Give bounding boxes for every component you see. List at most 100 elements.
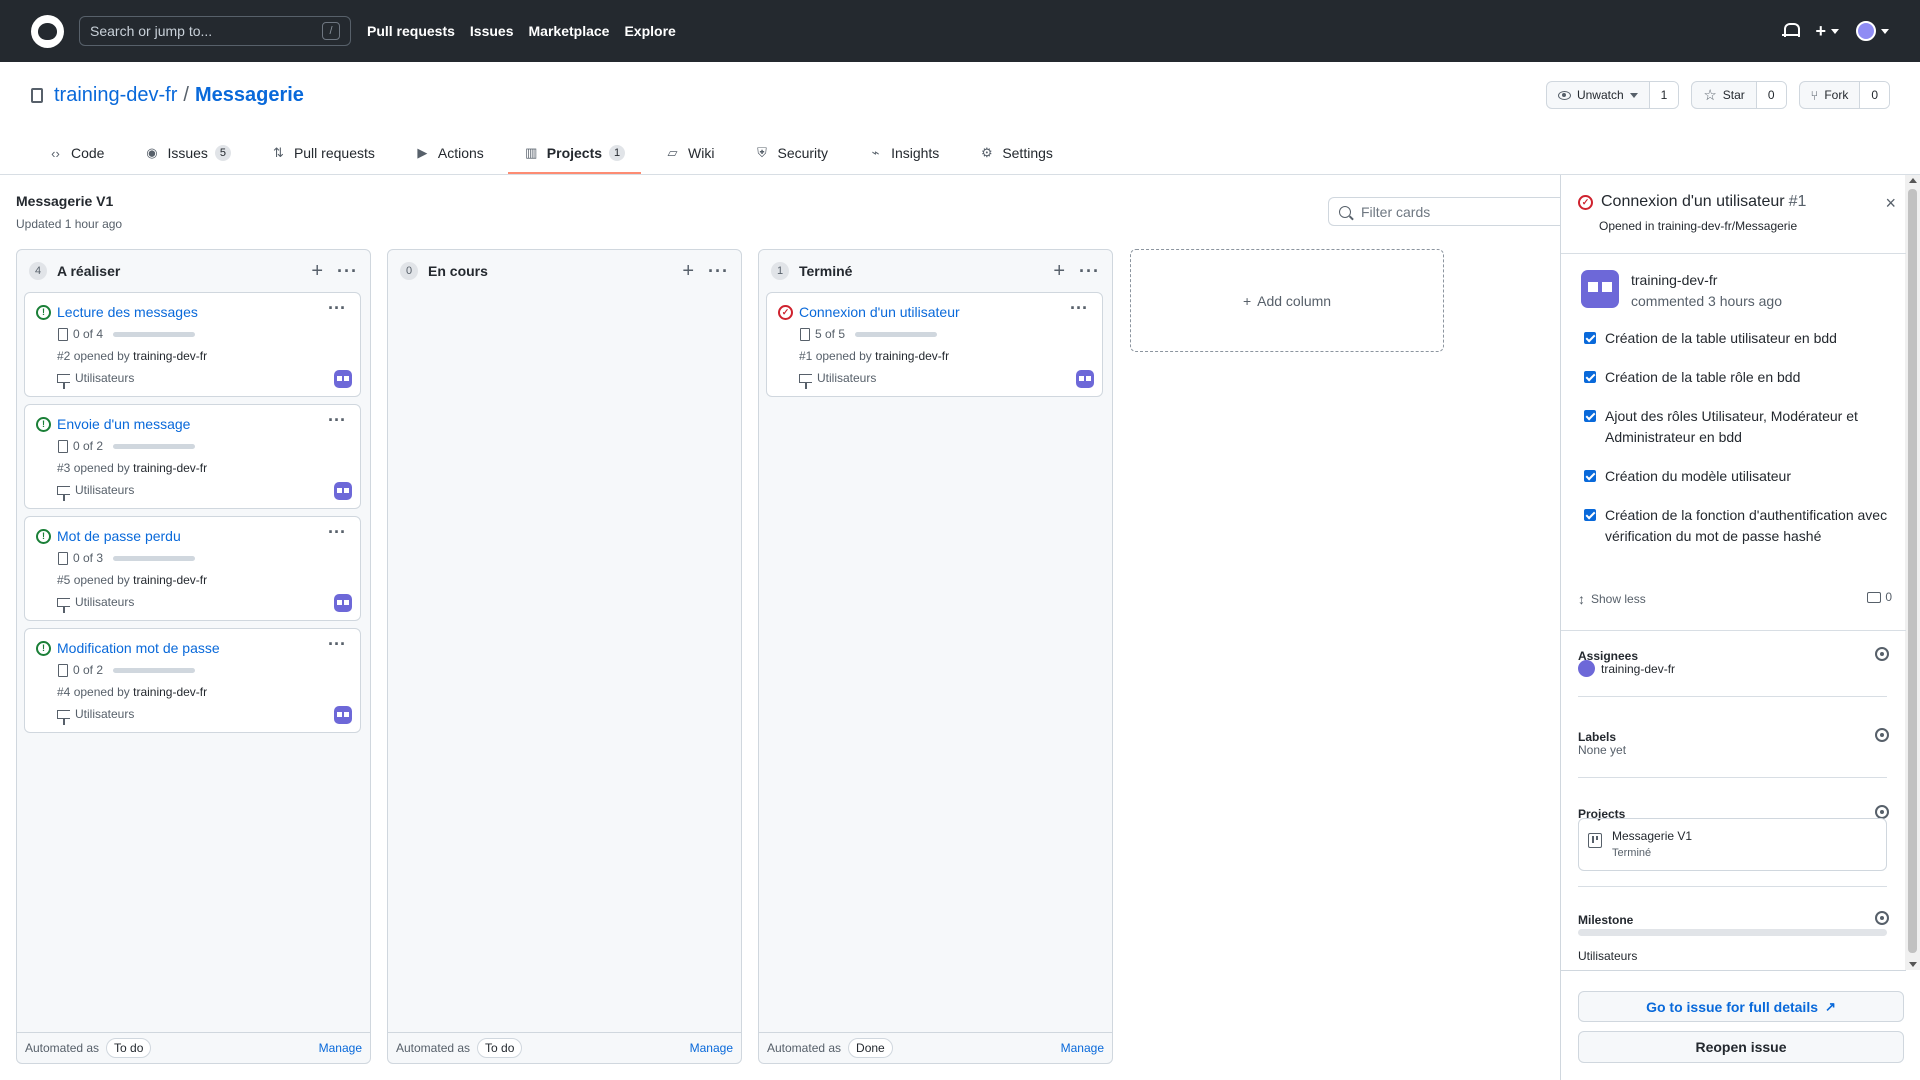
column-menu-button[interactable]: ···: [708, 262, 729, 280]
manage-automation-link[interactable]: Manage: [690, 1041, 733, 1055]
checked-checkbox[interactable]: [1584, 509, 1596, 521]
card-menu-button[interactable]: ···: [1070, 298, 1088, 319]
card-author[interactable]: training-dev-fr: [133, 685, 207, 699]
nav-pull-requests[interactable]: Pull requests: [367, 23, 455, 39]
checked-checkbox[interactable]: [1584, 332, 1596, 344]
github-logo-icon[interactable]: [31, 14, 64, 48]
reopen-issue-button[interactable]: Reopen issue: [1578, 1031, 1904, 1063]
side-panel-scrollbar[interactable]: [1905, 175, 1920, 970]
project-card[interactable]: ! Modification mot de passe ··· 0 of 2 #…: [24, 628, 361, 733]
task-progress-text: 5 of 5: [815, 327, 846, 341]
go-to-issue-button[interactable]: Go to issue for full details ↗: [1578, 991, 1904, 1022]
checked-checkbox[interactable]: [1584, 371, 1596, 383]
commenter-name[interactable]: training-dev-fr: [1631, 272, 1717, 288]
milestone-label[interactable]: Utilisateurs: [75, 595, 134, 609]
assignee-avatar[interactable]: [334, 370, 352, 388]
project-card[interactable]: ! Mot de passe perdu ··· 0 of 3 #5 opene…: [24, 516, 361, 621]
card-title-link[interactable]: Envoie d'un message: [57, 416, 190, 432]
scrollbar-thumb[interactable]: [1908, 189, 1917, 953]
nav-explore[interactable]: Explore: [624, 23, 675, 39]
card-author[interactable]: training-dev-fr: [133, 461, 207, 475]
commenter-avatar[interactable]: [1581, 270, 1619, 308]
filter-cards-input[interactable]: Filter cards: [1328, 197, 1560, 226]
column-header: 0 En cours + ···: [388, 250, 741, 292]
milestone-label[interactable]: Utilisateurs: [75, 483, 134, 497]
labels-label: Labels: [1578, 730, 1617, 744]
show-less-button[interactable]: ↕ Show less: [1578, 591, 1646, 607]
card-author[interactable]: training-dev-fr: [133, 349, 207, 363]
column-menu-button[interactable]: ···: [337, 262, 358, 280]
fork-label: Fork: [1824, 88, 1849, 102]
star-button[interactable]: ☆ Star: [1692, 82, 1757, 108]
project-card[interactable]: ! Lecture des messages ··· 0 of 4 #2 ope…: [24, 292, 361, 397]
repo-name-link[interactable]: Messagerie: [195, 84, 304, 107]
scroll-up-icon[interactable]: [1909, 178, 1917, 183]
checked-checkbox[interactable]: [1584, 410, 1596, 422]
card-menu-button[interactable]: ···: [328, 298, 346, 319]
milestone-value[interactable]: Utilisateurs: [1578, 949, 1637, 963]
scroll-down-icon[interactable]: [1909, 962, 1917, 967]
milestone-label[interactable]: Utilisateurs: [75, 371, 134, 385]
manage-automation-link[interactable]: Manage: [1061, 1041, 1104, 1055]
milestone-label[interactable]: Utilisateurs: [817, 371, 876, 385]
star-count[interactable]: 0: [1756, 82, 1786, 108]
tab-settings[interactable]: ⚙ Settings: [963, 132, 1069, 174]
project-updated-time: Updated 1 hour ago: [16, 217, 123, 231]
assignee-avatar[interactable]: [334, 482, 352, 500]
card-author[interactable]: training-dev-fr: [875, 349, 949, 363]
add-card-button[interactable]: +: [1053, 261, 1065, 281]
tab-wiki[interactable]: ▱ Wiki: [649, 132, 730, 174]
add-card-button[interactable]: +: [682, 261, 694, 281]
card-title-link[interactable]: Mot de passe perdu: [57, 528, 181, 544]
add-card-button[interactable]: +: [311, 261, 323, 281]
projects-gear-icon[interactable]: [1875, 805, 1889, 819]
milestone-gear-icon[interactable]: [1875, 911, 1889, 925]
labels-gear-icon[interactable]: [1875, 728, 1889, 742]
notifications-icon[interactable]: [1782, 22, 1801, 40]
tab-security[interactable]: ⛨ Security: [738, 132, 844, 174]
unwatch-button[interactable]: Unwatch: [1547, 82, 1650, 108]
profile-dropdown[interactable]: [1856, 21, 1889, 41]
watch-count[interactable]: 1: [1649, 82, 1679, 108]
tab-pull-requests[interactable]: ⇅ Pull requests: [255, 132, 391, 174]
nav-marketplace[interactable]: Marketplace: [529, 23, 610, 39]
card-menu-button[interactable]: ···: [328, 522, 346, 543]
linked-project-card[interactable]: Messagerie V1 Terminé: [1578, 818, 1887, 871]
tab-issues[interactable]: ◉ Issues 5: [128, 132, 246, 174]
tab-insights[interactable]: ⌁ Insights: [852, 132, 955, 174]
open-issue-icon: !: [36, 529, 51, 544]
assignee-avatar[interactable]: [334, 594, 352, 612]
column-menu-button[interactable]: ···: [1079, 262, 1100, 280]
task-progress-text: 0 of 2: [73, 663, 104, 677]
fork-button[interactable]: ⑂ Fork: [1800, 82, 1861, 108]
nav-issues[interactable]: Issues: [470, 23, 514, 39]
assignee-name[interactable]: training-dev-fr: [1601, 662, 1675, 676]
card-title-link[interactable]: Lecture des messages: [57, 304, 198, 320]
repo-owner-link[interactable]: training-dev-fr: [54, 84, 177, 107]
create-new-dropdown[interactable]: +: [1815, 21, 1839, 42]
milestone-label[interactable]: Utilisateurs: [75, 707, 134, 721]
tab-projects[interactable]: ▥ Projects 1: [507, 132, 642, 174]
card-menu-button[interactable]: ···: [328, 634, 346, 655]
manage-automation-link[interactable]: Manage: [319, 1041, 362, 1055]
tab-actions[interactable]: ▶ Actions: [399, 132, 500, 174]
assignee-avatar[interactable]: [334, 706, 352, 724]
add-column-button[interactable]: + Add column: [1130, 249, 1444, 352]
project-card[interactable]: ! Envoie d'un message ··· 0 of 2 #3 open…: [24, 404, 361, 509]
assignees-gear-icon[interactable]: [1875, 647, 1889, 661]
card-author[interactable]: training-dev-fr: [133, 573, 207, 587]
linked-project-name[interactable]: Messagerie V1: [1612, 829, 1692, 843]
fork-count[interactable]: 0: [1860, 82, 1889, 108]
close-icon[interactable]: ×: [1885, 193, 1896, 214]
search-input[interactable]: Search or jump to... /: [79, 16, 351, 46]
checked-checkbox[interactable]: [1584, 470, 1596, 482]
card-menu-button[interactable]: ···: [328, 410, 346, 431]
comment-count[interactable]: 0: [1867, 590, 1892, 604]
assignee-avatar[interactable]: [1578, 660, 1595, 677]
card-title-link[interactable]: Connexion d'un utilisateur: [799, 304, 960, 320]
tab-code[interactable]: ‹› Code: [32, 132, 120, 174]
assignee-avatar[interactable]: [1076, 370, 1094, 388]
card-title-link[interactable]: Modification mot de passe: [57, 640, 220, 656]
project-card[interactable]: ✓ Connexion d'un utilisateur ··· 5 of 5 …: [766, 292, 1103, 397]
issue-repository-link[interactable]: training-dev-fr/Messagerie: [1658, 219, 1797, 233]
